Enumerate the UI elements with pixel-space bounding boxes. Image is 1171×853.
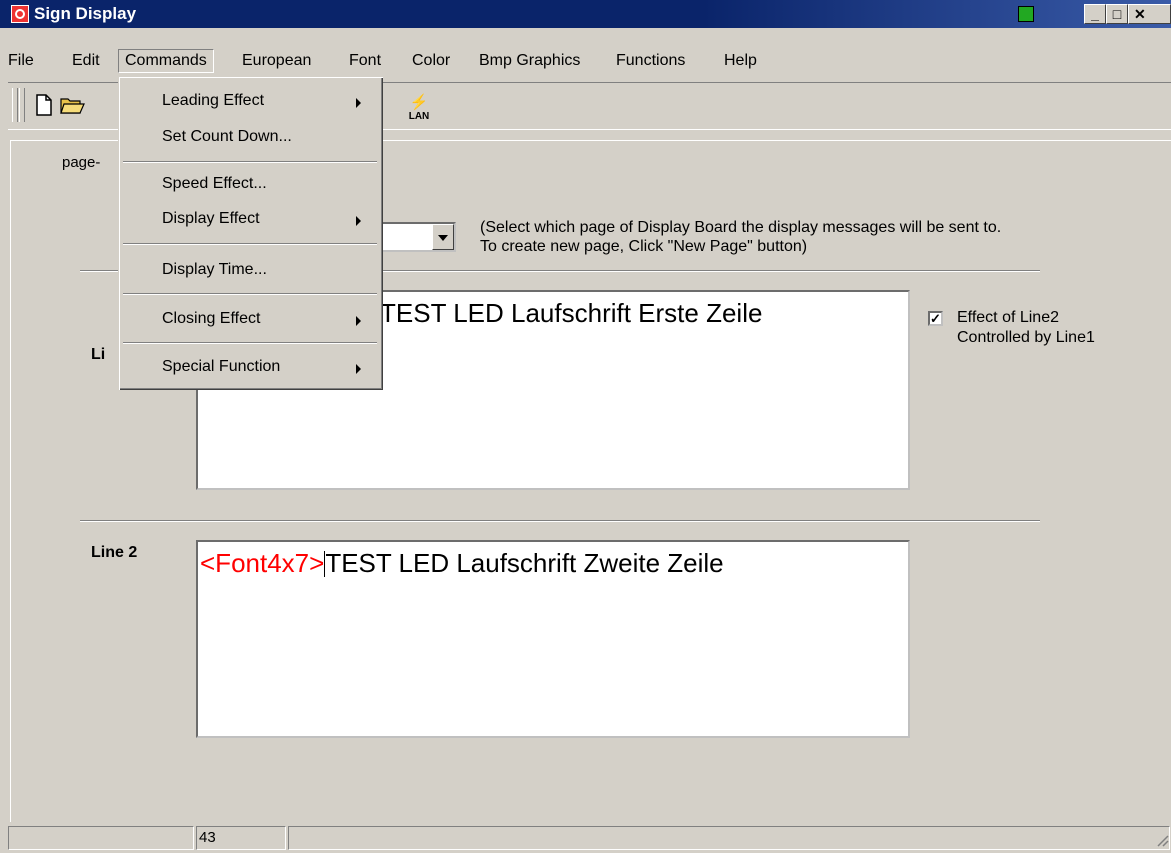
submenu-arrow-icon [356,316,361,326]
menu-item-label: Speed Effect... [162,175,267,192]
menu-help[interactable]: Help [718,50,763,72]
minimize-button[interactable]: _ [1084,4,1106,24]
status-cell-info [288,826,1170,850]
menu-item-label: Display Effect [162,210,260,227]
submenu-arrow-icon [356,216,361,226]
line2-content: <Font4x7>TEST LED Laufschrift Zweite Zei… [200,548,724,579]
menu-item-display-effect[interactable]: Display Effect [119,204,381,238]
menu-font[interactable]: Font [343,50,387,72]
menu-separator [123,342,377,344]
commands-menu: Leading Effect Set Count Down... Speed E… [118,76,383,390]
app-icon[interactable] [11,5,29,23]
menu-color[interactable]: Color [406,50,456,72]
menu-item-label: Leading Effect [162,92,265,109]
new-file-icon[interactable] [32,94,56,118]
menu-item-set-count-down[interactable]: Set Count Down... [119,122,381,156]
menu-item-leading-effect[interactable]: Leading Effect [119,86,381,120]
lan-icon[interactable]: ⚡ LAN [402,94,436,128]
menu-separator [123,293,377,295]
title-bar [0,0,1171,28]
toolbar-grip[interactable] [19,88,25,122]
menu-bar: File Edit Commands European Font Color B… [0,46,1171,76]
status-cell-main [8,826,194,850]
effect-checkbox[interactable]: ✓ [928,311,943,326]
status-indicator-icon [1018,6,1034,22]
page-hint-line1: (Select which page of Display Board the … [480,219,1002,236]
submenu-arrow-icon [356,364,361,374]
open-folder-icon[interactable] [60,94,85,118]
status-count: 43 [196,826,286,850]
resize-grip-icon[interactable] [1150,828,1170,848]
menu-item-label: Special Function [162,358,281,375]
maximize-button[interactable]: □ [1106,4,1128,24]
menu-european[interactable]: European [236,50,317,72]
close-button[interactable]: ✕ [1128,4,1171,24]
line1-text: TEST LED Laufschrift Erste Zeile [380,298,763,328]
menu-item-label: Set Count Down... [162,128,292,145]
line1-label: Li [91,346,106,363]
menu-item-display-time[interactable]: Display Time... [119,255,381,289]
menu-item-closing-effect[interactable]: Closing Effect [119,304,381,338]
menu-item-special-function[interactable]: Special Function [119,352,381,386]
line2-text: TEST LED Laufschrift Zweite Zeile [325,548,724,578]
page-hint-line2: To create new page, Click "New Page" but… [480,238,808,255]
window-title: Sign Display [34,4,137,23]
menu-item-label: Display Time... [162,261,267,278]
submenu-arrow-icon [356,98,361,108]
menu-separator [123,243,377,245]
chevron-down-icon[interactable] [432,224,454,250]
menu-functions[interactable]: Functions [610,50,691,72]
tab-page[interactable]: page- [62,154,100,171]
menu-bmp-graphics[interactable]: Bmp Graphics [473,50,586,72]
line2-label: Line 2 [91,544,138,561]
line2-editor[interactable]: <Font4x7>TEST LED Laufschrift Zweite Zei… [196,540,910,738]
effect-checkbox-label: Effect of Line2 Controlled by Line1 [957,309,1095,346]
toolbar-grip[interactable] [12,88,18,122]
menu-file[interactable]: File [2,50,40,72]
menu-separator [123,161,377,163]
menu-item-label: Closing Effect [162,310,261,327]
page-select-hint: (Select which page of Display Board the … [480,218,1001,256]
menu-edit[interactable]: Edit [66,50,106,72]
divider [80,520,1040,522]
menu-item-speed-effect[interactable]: Speed Effect... [119,169,381,203]
menu-commands[interactable]: Commands [118,49,214,73]
line2-font-tag: <Font4x7> [200,548,325,578]
